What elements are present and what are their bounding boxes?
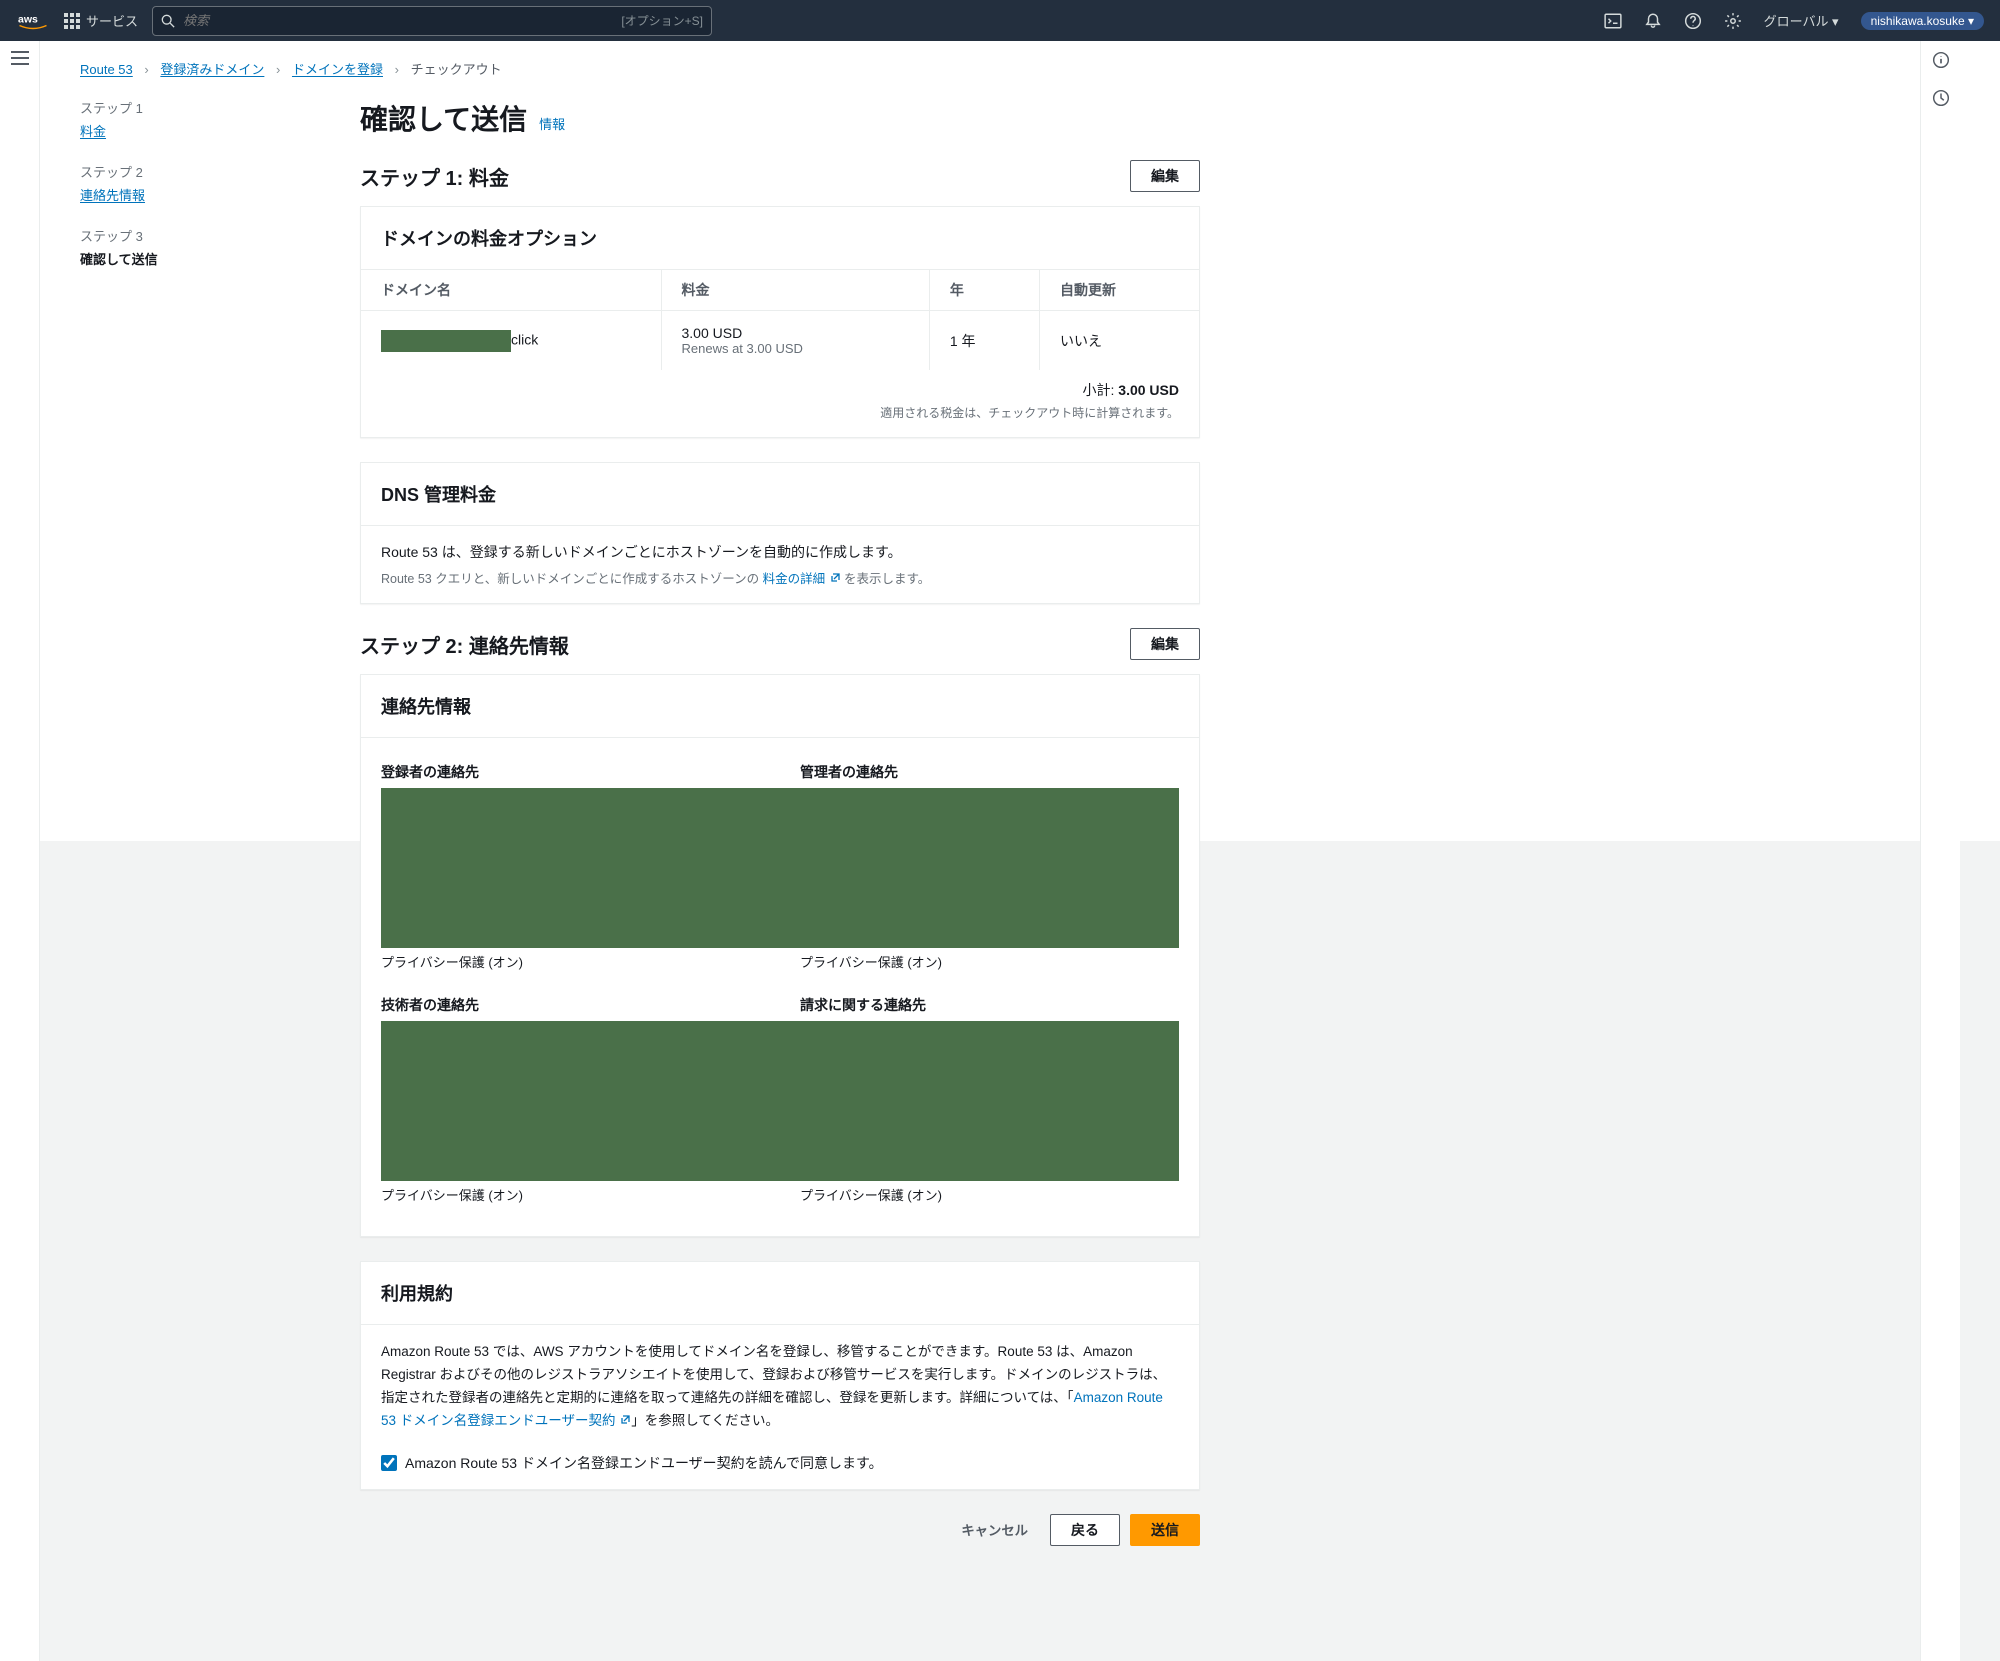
dns-line2: Route 53 クエリと、新しいドメインごとに作成するホストゾーンの 料金の詳… xyxy=(381,568,1179,587)
contact-panel: 連絡先情報 登録者の連絡先 管理者の連絡先 プライバシー保護 (オン) プライバ… xyxy=(360,674,1200,1237)
wizard-nav: ステップ 1 料金 ステップ 2 連絡先情報 ステップ 3 確認して送信 xyxy=(80,98,310,1546)
back-button[interactable]: 戻る xyxy=(1050,1514,1120,1546)
breadcrumb-current: チェックアウト xyxy=(411,62,502,77)
cloudshell-icon[interactable] xyxy=(1604,12,1622,30)
external-link-icon xyxy=(619,1414,631,1426)
notifications-icon[interactable] xyxy=(1644,12,1662,30)
tech-contact-heading: 技術者の連絡先 xyxy=(381,987,760,1021)
svg-text:aws: aws xyxy=(18,13,38,25)
domain-redacted xyxy=(381,330,511,352)
subtotal: 小計: 3.00 USD xyxy=(361,370,1199,404)
top-nav: aws サービス [オプション+S] グローバル ▾ nishikawa.kos… xyxy=(0,0,2000,41)
years-value: 1 年 xyxy=(929,311,1039,371)
price-value: 3.00 USD xyxy=(682,325,909,341)
agree-label: Amazon Route 53 ドメイン名登録エンドユーザー契約を読んで同意しま… xyxy=(405,1453,883,1473)
footer-actions: キャンセル 戻る 送信 xyxy=(360,1514,1200,1546)
wizard-step3-current: 確認して送信 xyxy=(80,249,310,268)
right-panel xyxy=(1920,41,1960,1661)
search-icon xyxy=(161,14,175,28)
contact-redacted xyxy=(381,1021,1179,1181)
search-input[interactable] xyxy=(183,13,621,28)
renews-value: Renews at 3.00 USD xyxy=(682,341,909,356)
step1-heading: ステップ 1: 料金 xyxy=(360,162,509,191)
edit-step1-button[interactable]: 編集 xyxy=(1130,160,1200,192)
terms-panel: 利用規約 Amazon Route 53 では、AWS アカウントを使用してドメ… xyxy=(360,1261,1200,1490)
wizard-step1-link[interactable]: 料金 xyxy=(80,121,310,140)
th-auto: 自動更新 xyxy=(1040,270,1199,311)
pricing-table: ドメイン名 料金 年 自動更新 click 3.0 xyxy=(361,270,1199,370)
th-domain: ドメイン名 xyxy=(361,270,661,311)
th-price: 料金 xyxy=(661,270,929,311)
clock-icon[interactable] xyxy=(1932,89,1950,107)
registrant-contact-heading: 登録者の連絡先 xyxy=(381,754,760,788)
pricing-panel: ドメインの料金オプション ドメイン名 料金 年 自動更新 xyxy=(360,206,1200,438)
dns-line1: Route 53 は、登録する新しいドメインごとにホストゾーンを自動的に作成しま… xyxy=(381,542,1179,562)
services-menu[interactable]: サービス xyxy=(64,11,138,30)
aws-logo[interactable]: aws xyxy=(16,12,50,30)
dns-panel: DNS 管理料金 Route 53 は、登録する新しいドメインごとにホストゾーン… xyxy=(360,462,1200,604)
billing-contact-heading: 請求に関する連絡先 xyxy=(800,987,1179,1021)
breadcrumb-route53[interactable]: Route 53 xyxy=(80,62,133,77)
cancel-button[interactable]: キャンセル xyxy=(949,1514,1040,1546)
page-title: 確認して送信 情報 xyxy=(360,98,1200,138)
region-selector[interactable]: グローバル ▾ xyxy=(1764,11,1839,30)
pricing-panel-title: ドメインの料金オプション xyxy=(361,207,1199,270)
chevron-right-icon: › xyxy=(144,62,148,77)
external-link-icon xyxy=(829,572,841,584)
search-shortcut-hint: [オプション+S] xyxy=(621,12,703,29)
table-row: click 3.00 USD Renews at 3.00 USD 1 年 いい… xyxy=(361,311,1199,371)
auto-renew-value: いいえ xyxy=(1040,311,1199,371)
registrant-privacy: プライバシー保護 (オン) xyxy=(381,952,760,971)
tax-note: 適用される税金は、チェックアウト時に計算されます。 xyxy=(361,404,1199,437)
chevron-right-icon: › xyxy=(276,62,280,77)
breadcrumb: Route 53 › 登録済みドメイン › ドメインを登録 › チェックアウト xyxy=(80,59,1880,78)
step2-heading: ステップ 2: 連絡先情報 xyxy=(360,630,569,659)
chevron-right-icon: › xyxy=(395,62,399,77)
agree-row[interactable]: Amazon Route 53 ドメイン名登録エンドユーザー契約を読んで同意しま… xyxy=(381,1453,1179,1473)
settings-icon[interactable] xyxy=(1724,12,1742,30)
breadcrumb-register[interactable]: ドメインを登録 xyxy=(292,62,383,77)
terms-panel-title: 利用規約 xyxy=(361,1262,1199,1325)
grid-icon xyxy=(64,13,80,29)
dns-panel-title: DNS 管理料金 xyxy=(361,463,1199,526)
contact-panel-title: 連絡先情報 xyxy=(361,675,1199,738)
wizard-step2-link[interactable]: 連絡先情報 xyxy=(80,185,310,204)
help-icon[interactable] xyxy=(1684,12,1702,30)
wizard-step3-label: ステップ 3 xyxy=(80,226,310,245)
user-menu[interactable]: nishikawa.kosuke ▾ xyxy=(1861,12,1984,30)
tech-privacy: プライバシー保護 (オン) xyxy=(381,1185,760,1204)
info-link[interactable]: 情報 xyxy=(539,114,565,133)
edit-step2-button[interactable]: 編集 xyxy=(1130,628,1200,660)
billing-privacy: プライバシー保護 (オン) xyxy=(800,1185,1179,1204)
admin-privacy: プライバシー保護 (オン) xyxy=(800,952,1179,971)
submit-button[interactable]: 送信 xyxy=(1130,1514,1200,1546)
hamburger-icon xyxy=(11,51,29,65)
terms-body: Amazon Route 53 では、AWS アカウントを使用してドメイン名を登… xyxy=(381,1341,1179,1433)
left-panel-toggle[interactable] xyxy=(0,41,40,1661)
search-box[interactable]: [オプション+S] xyxy=(152,6,712,36)
admin-contact-heading: 管理者の連絡先 xyxy=(800,754,1179,788)
agree-checkbox[interactable] xyxy=(381,1455,397,1471)
contact-redacted xyxy=(381,788,1179,948)
breadcrumb-domains[interactable]: 登録済みドメイン xyxy=(160,62,264,77)
th-years: 年 xyxy=(929,270,1039,311)
info-panel-icon[interactable] xyxy=(1932,51,1950,69)
services-label: サービス xyxy=(86,11,138,30)
domain-suffix: click xyxy=(511,331,538,347)
wizard-step2-label: ステップ 2 xyxy=(80,162,310,181)
pricing-details-link[interactable]: 料金の詳細 xyxy=(763,572,841,586)
wizard-step1-label: ステップ 1 xyxy=(80,98,310,117)
